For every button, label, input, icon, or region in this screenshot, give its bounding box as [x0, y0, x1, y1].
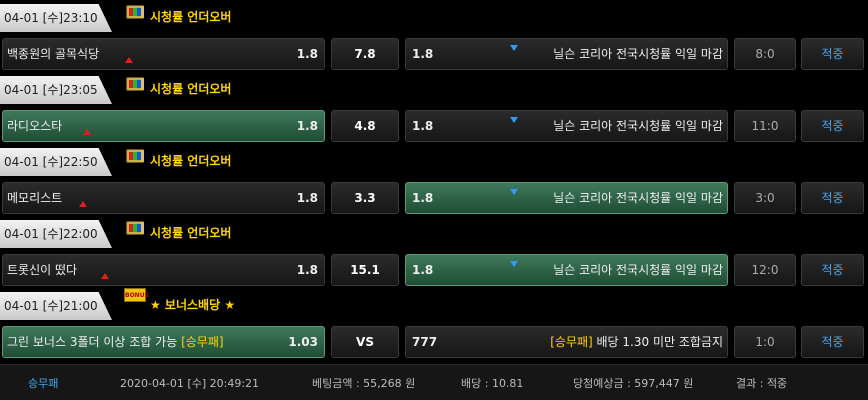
odds-up-arrow-icon [101, 273, 109, 279]
odds-up-arrow-icon [79, 201, 87, 207]
handicap-value[interactable]: 7.8 [331, 38, 399, 70]
summary-expected-win: 당첨예상금 : 597,447 원 [573, 377, 694, 390]
handicap-value[interactable]: 3.3 [331, 182, 399, 214]
odds-down-arrow-icon [510, 45, 518, 51]
home-odds-value: 1.8 [296, 191, 318, 205]
home-team-name: 메모리스트 [7, 191, 63, 205]
bet-row: 그린 보너스 3폴더 이상 조합 가능 [승무패] 1.03 VS 777 [승… [0, 326, 868, 360]
summary-datetime: 2020-04-01 [수] 20:49:21 [120, 377, 260, 390]
away-team-name: 닐슨 코리아 전국시청률 익일 마감 [553, 47, 723, 61]
home-team-name: 그린 보너스 3폴더 이상 조합 가능 [승무패] [7, 335, 224, 349]
home-odds-value: 1.8 [296, 119, 318, 133]
bet-block: 04-01 [수]22:50 시청률 언더오버 메모리스트 1.8 3.3 1.… [0, 144, 868, 216]
away-odds-value: 1.8 [412, 119, 434, 133]
odds-down-arrow-icon [510, 261, 518, 267]
tv-icon [126, 77, 144, 91]
match-score: 11:0 [734, 110, 796, 142]
match-score: 3:0 [734, 182, 796, 214]
away-odds-value: 1.8 [412, 191, 434, 205]
odds-down-arrow-icon [510, 117, 518, 123]
summary-bet-amount: 베팅금액 : 55,268 원 [312, 377, 416, 390]
result-badge: 적중 [801, 254, 864, 286]
bet-block: 04-01 [수]23:05 시청률 언더오버 라디오스타 1.8 4.8 1.… [0, 72, 868, 144]
bet-summary-bar: 승무패 2020-04-01 [수] 20:49:21 베팅금액 : 55,26… [0, 364, 868, 400]
match-score: 8:0 [734, 38, 796, 70]
home-odds-value: 1.8 [296, 263, 318, 277]
result-badge: 적중 [801, 110, 864, 142]
away-team-name: 닐슨 코리아 전국시청률 익일 마감 [553, 263, 723, 277]
bonus-icon: BONUS [124, 288, 149, 302]
away-odds-value: 1.8 [412, 263, 434, 277]
bet-category-title: 시청률 언더오버 [150, 226, 232, 240]
home-team-name: 트롯신이 떴다 [7, 263, 78, 277]
away-team-name: [승무패] 배당 1.30 미만 조합금지 [550, 335, 723, 349]
home-odds-button[interactable]: 그린 보너스 3폴더 이상 조합 가능 [승무패] 1.03 [2, 326, 325, 358]
match-score: 12:0 [734, 254, 796, 286]
bet-header: 04-01 [수]22:00 시청률 언더오버 [0, 216, 868, 252]
tv-icon [126, 5, 144, 19]
away-bet-tag: [승무패] [550, 335, 593, 349]
bet-date-tab: 04-01 [수]22:00 [0, 220, 112, 248]
bet-category-title: 시청률 언더오버 [150, 10, 232, 24]
bet-category-title: 시청률 언더오버 [150, 82, 232, 96]
summary-odds: 배당 : 10.81 [461, 377, 524, 390]
away-odds-value: 777 [412, 335, 438, 349]
handicap-value[interactable]: 4.8 [331, 110, 399, 142]
tv-icon [126, 221, 144, 235]
bet-row: 메모리스트 1.8 3.3 1.8 닐슨 코리아 전국시청률 익일 마감 3:0… [0, 182, 868, 216]
bet-block: 04-01 [수]22:00 시청률 언더오버 트롯신이 떴다 1.8 15.1… [0, 216, 868, 288]
home-odds-button[interactable]: 라디오스타 1.8 [2, 110, 325, 142]
summary-result: 결과 : 적중 [736, 377, 788, 390]
tv-icon [126, 149, 144, 163]
away-team-name: 닐슨 코리아 전국시청률 익일 마감 [553, 119, 723, 133]
home-odds-value: 1.03 [288, 335, 318, 349]
home-team-name: 라디오스타 [7, 119, 63, 133]
home-bet-tag: [승무패] [181, 335, 224, 349]
bet-category-title: 시청률 언더오버 [150, 154, 232, 168]
odds-down-arrow-icon [510, 189, 518, 195]
away-odds-button[interactable]: 1.8 닐슨 코리아 전국시청률 익일 마감 [405, 254, 728, 286]
bet-header: 04-01 [수]23:10 시청률 언더오버 [0, 0, 868, 36]
away-team-name: 닐슨 코리아 전국시청률 익일 마감 [553, 191, 723, 205]
bet-header: 04-01 [수]23:05 시청률 언더오버 [0, 72, 868, 108]
bet-row: 트롯신이 떴다 1.8 15.1 1.8 닐슨 코리아 전국시청률 익일 마감 … [0, 254, 868, 288]
match-score: 1:0 [734, 326, 796, 358]
bet-date-tab: 04-01 [수]23:05 [0, 76, 112, 104]
result-badge: 적중 [801, 38, 864, 70]
home-odds-value: 1.8 [296, 47, 318, 61]
bet-header: 04-01 [수]22:50 시청률 언더오버 [0, 144, 868, 180]
odds-up-arrow-icon [83, 129, 91, 135]
bet-row: 라디오스타 1.8 4.8 1.8 닐슨 코리아 전국시청률 익일 마감 11:… [0, 110, 868, 144]
handicap-value[interactable]: VS [331, 326, 399, 358]
result-badge: 적중 [801, 182, 864, 214]
away-odds-button[interactable]: 1.8 닐슨 코리아 전국시청률 익일 마감 [405, 110, 728, 142]
home-odds-button[interactable]: 백종원의 골목식당 1.8 [2, 38, 325, 70]
home-odds-button[interactable]: 메모리스트 1.8 [2, 182, 325, 214]
bet-date-tab: 04-01 [수]23:10 [0, 4, 112, 32]
handicap-value[interactable]: 15.1 [331, 254, 399, 286]
result-badge: 적중 [801, 326, 864, 358]
bet-block: 04-01 [수]23:10 시청률 언더오버 백종원의 골목식당 1.8 7.… [0, 0, 868, 72]
odds-up-arrow-icon [125, 57, 133, 63]
bet-header: 04-01 [수]21:00 BONUS ★ 보너스배당 ★ [0, 288, 868, 324]
bet-date-tab: 04-01 [수]21:00 [0, 292, 112, 320]
home-team-name: 백종원의 골목식당 [7, 47, 100, 61]
summary-bet-type: 승무패 [28, 377, 59, 390]
home-odds-button[interactable]: 트롯신이 떴다 1.8 [2, 254, 325, 286]
away-odds-button[interactable]: 1.8 닐슨 코리아 전국시청률 익일 마감 [405, 182, 728, 214]
bet-block: 04-01 [수]21:00 BONUS ★ 보너스배당 ★ 그린 보너스 3폴… [0, 288, 868, 360]
away-odds-button[interactable]: 777 [승무패] 배당 1.30 미만 조합금지 [405, 326, 728, 358]
away-odds-value: 1.8 [412, 47, 434, 61]
bet-category-title: ★ 보너스배당 ★ [150, 298, 236, 312]
away-odds-button[interactable]: 1.8 닐슨 코리아 전국시청률 익일 마감 [405, 38, 728, 70]
bet-date-tab: 04-01 [수]22:50 [0, 148, 112, 176]
bet-row: 백종원의 골목식당 1.8 7.8 1.8 닐슨 코리아 전국시청률 익일 마감… [0, 38, 868, 72]
